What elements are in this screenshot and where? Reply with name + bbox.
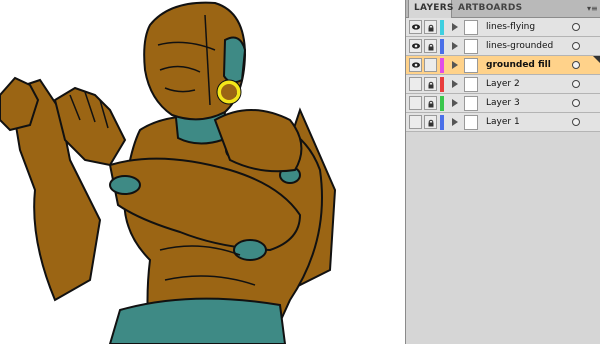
tab-artboards[interactable]: ARTBOARDS — [453, 0, 525, 17]
expand-triangle-icon[interactable] — [452, 99, 458, 107]
layers-panel: LAYERS ARTBOARDS ▾≡ lines-flying lines-gr… — [405, 0, 600, 344]
layer-color-swatch — [440, 20, 444, 35]
target-circle-icon[interactable] — [572, 80, 580, 88]
target-circle-icon[interactable] — [572, 42, 580, 50]
lock-icon — [428, 100, 434, 108]
visibility-toggle[interactable] — [409, 39, 422, 53]
layer-row[interactable]: lines-grounded — [406, 37, 600, 56]
layer-color-swatch — [440, 77, 444, 92]
lock-toggle[interactable] — [424, 96, 437, 110]
lock-toggle[interactable] — [424, 20, 437, 34]
robot-illustration — [0, 1, 337, 344]
lock-toggle[interactable] — [424, 39, 437, 53]
layer-row[interactable]: Layer 2 — [406, 75, 600, 94]
lock-icon — [428, 43, 434, 51]
lock-icon — [428, 24, 434, 32]
target-circle-icon[interactable] — [572, 61, 580, 69]
lock-toggle[interactable] — [424, 58, 437, 72]
joint-wrist — [109, 175, 141, 195]
panel-tab-bar: LAYERS ARTBOARDS ▾≡ — [406, 0, 600, 18]
layer-name: Layer 1 — [486, 117, 520, 127]
layer-name: Layer 2 — [486, 79, 520, 89]
expand-triangle-icon[interactable] — [452, 42, 458, 50]
layer-row[interactable]: grounded fill — [406, 56, 600, 75]
lock-toggle[interactable] — [424, 115, 437, 129]
joint-elbow — [233, 239, 267, 261]
layer-thumbnail — [464, 39, 478, 54]
layer-name: lines-grounded — [486, 41, 554, 51]
layer-thumbnail — [464, 77, 478, 92]
visibility-toggle[interactable] — [409, 77, 422, 91]
target-circle-icon[interactable] — [572, 23, 580, 31]
eye-icon — [412, 62, 420, 68]
target-circle-icon[interactable] — [572, 118, 580, 126]
panel-menu-icon[interactable]: ▾≡ — [587, 4, 598, 13]
expand-triangle-icon[interactable] — [452, 61, 458, 69]
layer-thumbnail — [464, 96, 478, 111]
selection-corner-icon — [593, 56, 600, 63]
visibility-toggle[interactable] — [409, 96, 422, 110]
layer-row[interactable]: Layer 3 — [406, 94, 600, 113]
expand-triangle-icon[interactable] — [452, 118, 458, 126]
artboard-canvas[interactable] — [0, 0, 405, 344]
eye-icon — [412, 43, 420, 49]
layer-row[interactable]: lines-flying — [406, 18, 600, 37]
lock-icon — [428, 119, 434, 127]
visibility-toggle[interactable] — [409, 58, 422, 72]
layer-color-swatch — [440, 39, 444, 54]
layer-color-swatch — [440, 96, 444, 111]
eye-icon — [412, 24, 420, 30]
layer-row[interactable]: Layer 1 — [406, 113, 600, 132]
tab-layers[interactable]: LAYERS — [408, 0, 453, 18]
layer-thumbnail — [464, 20, 478, 35]
target-circle-icon[interactable] — [572, 99, 580, 107]
layer-name: Layer 3 — [486, 98, 520, 108]
lock-toggle[interactable] — [424, 77, 437, 91]
visibility-toggle[interactable] — [409, 115, 422, 129]
robot-ear — [222, 36, 247, 84]
robot-waist — [108, 297, 287, 344]
expand-triangle-icon[interactable] — [452, 23, 458, 31]
visibility-toggle[interactable] — [409, 20, 422, 34]
lock-icon — [428, 81, 434, 89]
layer-color-swatch — [440, 58, 444, 73]
layer-color-swatch — [440, 115, 444, 130]
layer-thumbnail — [464, 115, 478, 130]
layer-thumbnail — [464, 58, 478, 73]
layer-name: grounded fill — [486, 60, 551, 70]
expand-triangle-icon[interactable] — [452, 80, 458, 88]
layer-name: lines-flying — [486, 22, 536, 32]
layer-list: lines-flying lines-grounded grounded fill L… — [406, 18, 600, 132]
